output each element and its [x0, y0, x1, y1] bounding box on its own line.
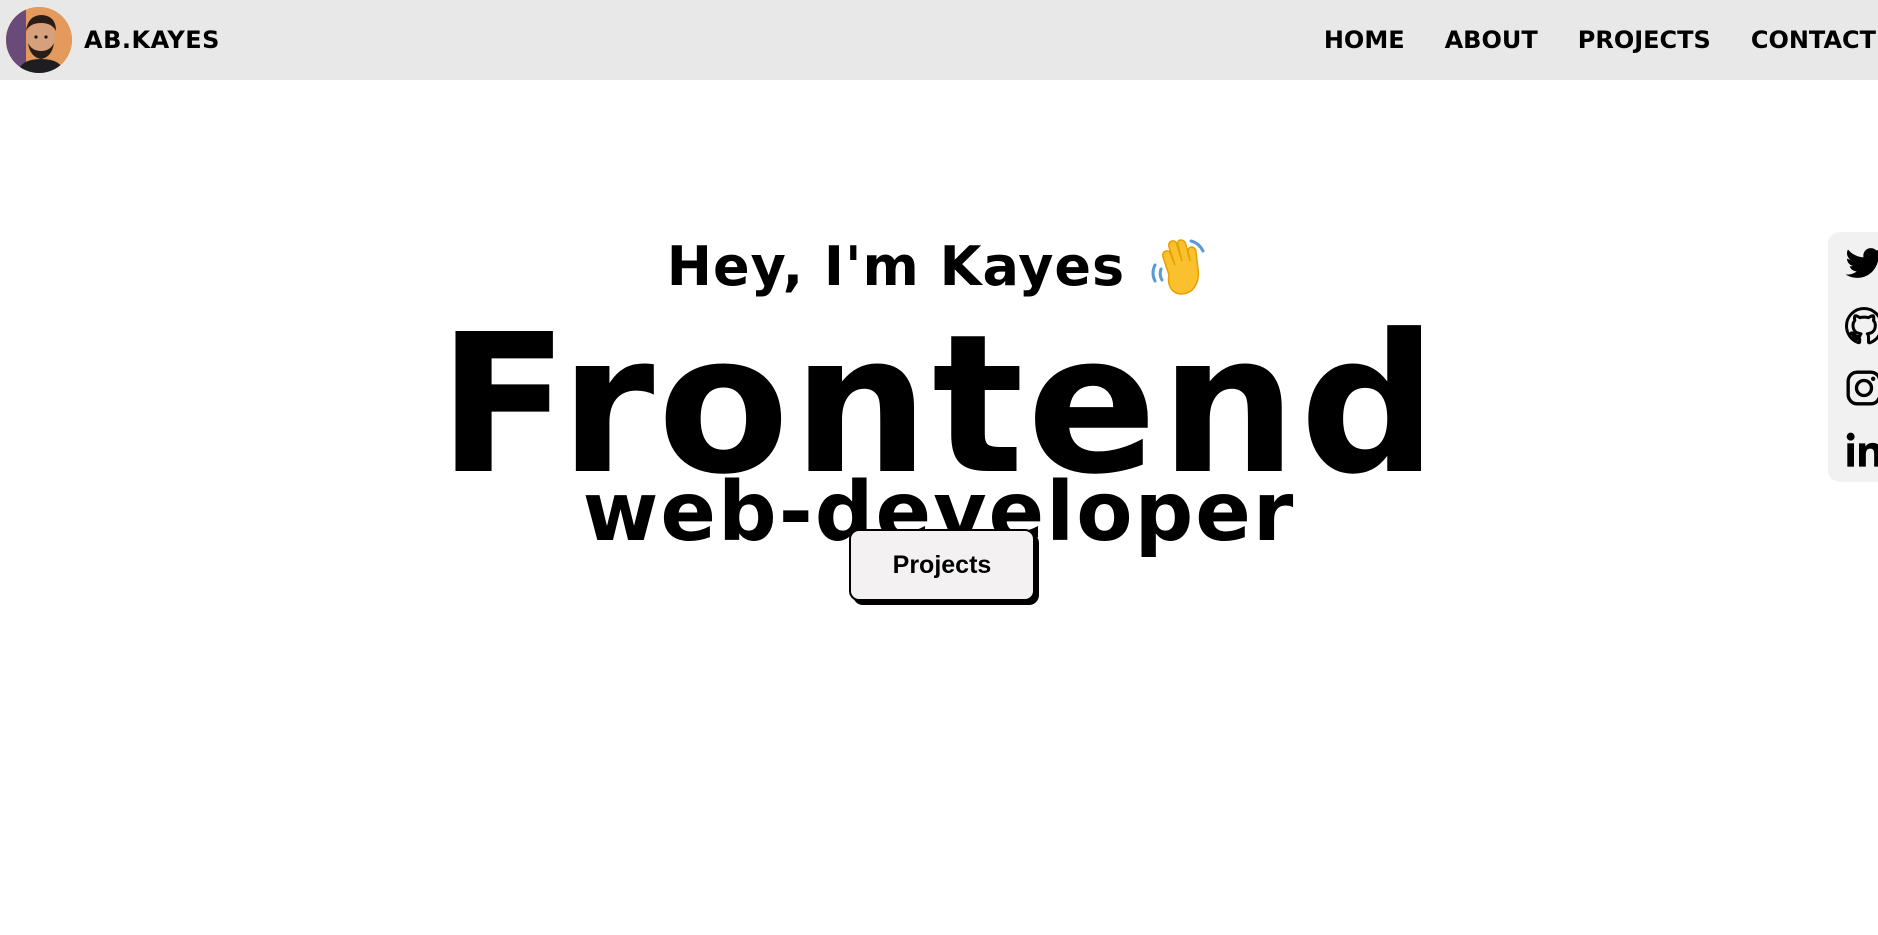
linkedin-icon[interactable]	[1844, 430, 1878, 470]
brand[interactable]: AB.KAYES	[6, 7, 220, 73]
waving-hand-icon	[1147, 235, 1211, 299]
nav-link-about[interactable]: ABOUT	[1445, 26, 1538, 54]
nav-links: HOME ABOUT PROJECTS CONTACT	[1324, 0, 1878, 80]
social-sidebar	[1828, 232, 1878, 482]
brand-name[interactable]: AB.KAYES	[84, 26, 220, 54]
twitter-icon[interactable]	[1844, 244, 1878, 284]
hero-greeting-text: Hey, I'm Kayes	[666, 235, 1126, 298]
navbar: AB.KAYES HOME ABOUT PROJECTS CONTACT	[0, 0, 1878, 80]
projects-button[interactable]: Projects	[849, 529, 1035, 601]
hero-greeting: Hey, I'm Kayes	[0, 235, 1878, 299]
instagram-icon[interactable]	[1844, 368, 1878, 408]
avatar	[6, 7, 72, 73]
nav-link-home[interactable]: HOME	[1324, 26, 1405, 54]
github-icon[interactable]	[1844, 306, 1878, 346]
nav-link-projects[interactable]: PROJECTS	[1578, 26, 1711, 54]
nav-link-contact[interactable]: CONTACT	[1751, 26, 1876, 54]
